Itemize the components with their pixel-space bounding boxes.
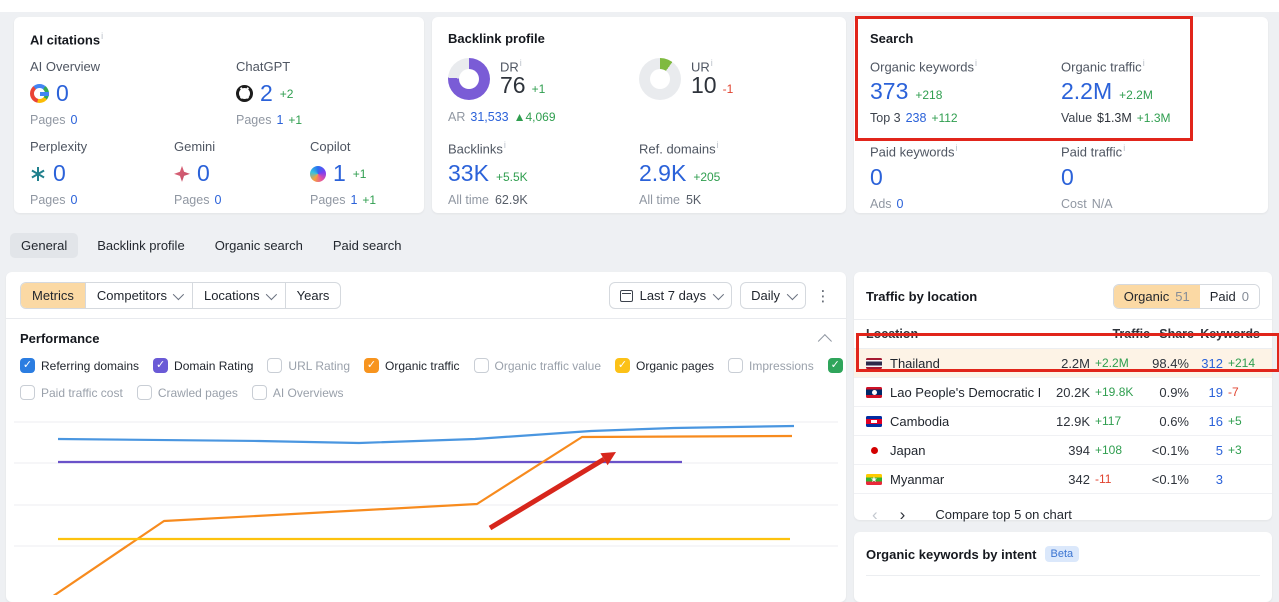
tab-general[interactable]: General [10, 232, 79, 258]
info-icon[interactable]: i [1123, 143, 1125, 153]
myanmar-flag-icon [866, 473, 882, 485]
chevron-down-icon [172, 288, 185, 300]
section-tabs: General Backlink profile Organic search … [10, 231, 413, 259]
chatgpt-icon [236, 85, 253, 103]
card-title: Search [870, 31, 914, 46]
tab-paid-search[interactable]: Paid search [322, 233, 413, 258]
card-title: Traffic by location [866, 289, 978, 304]
dr-donut-chart [448, 58, 490, 100]
beta-badge: Beta [1044, 546, 1080, 562]
calendar-icon [619, 289, 633, 302]
checkbox-referring-domains[interactable]: Referring domains [20, 358, 139, 373]
checkbox-icon [728, 358, 744, 373]
chatgpt-stat: ChatGPT 2 +2 Pages 1 +1 [236, 59, 303, 128]
tab-organic-search[interactable]: Organic search [204, 233, 314, 258]
chart-toolbar: Metrics Competitors Locations Years Last… [6, 272, 846, 318]
ahrefs-rank: AR 31,533 ▲4,069 [448, 110, 556, 124]
checkbox-paid-traffic[interactable]: Paid traffic [827, 358, 846, 373]
ai-overview-stat: AI Overview 0 Pages 0 [30, 59, 101, 128]
info-icon[interactable]: i [1143, 58, 1145, 68]
card-title: Backlink profile [448, 31, 545, 46]
paid-toggle-button[interactable]: Paid 0 [1199, 285, 1259, 308]
granularity-dropdown[interactable]: Daily [740, 282, 806, 309]
ur-donut-chart [639, 58, 681, 100]
card-title: Organic keywords by intent [866, 546, 1037, 562]
gemini-stat: Gemini 0 Pages 0 [174, 139, 222, 208]
performance-chart-card: Metrics Competitors Locations Years Last… [6, 272, 846, 602]
checkbox-icon [827, 358, 843, 373]
tab-backlink-profile[interactable]: Backlink profile [86, 233, 195, 258]
checkbox-organic-traffic-value[interactable]: Organic traffic value [473, 358, 601, 373]
google-icon [30, 84, 49, 104]
pagination-next-icon[interactable] [894, 506, 912, 523]
perplexity-stat: Perplexity 0 Pages 0 [30, 139, 88, 208]
organic-traffic-stat: Organic traffici 2.2M +2.2M Value $1.3M +1.… [1061, 58, 1171, 126]
info-icon[interactable]: i [520, 58, 522, 68]
backlinks-stat: Backlinksi 33K +5.5K All time 62.9K [448, 140, 528, 208]
years-segment[interactable]: Years [286, 283, 341, 308]
date-range-dropdown[interactable]: Last 7 days [608, 282, 733, 309]
ref-domains-stat: Ref. domainsi 2.9K +205 All time 5K [639, 140, 721, 208]
cambodia-flag-icon [866, 415, 882, 427]
checkbox-icon [20, 358, 35, 373]
paid-keywords-stat: Paid keywordsi 0 Ads 0 [870, 143, 958, 211]
divider [866, 575, 1260, 576]
japan-flag-icon [866, 444, 882, 456]
thailand-flag-icon [866, 357, 882, 369]
competitors-segment[interactable]: Competitors [86, 283, 193, 308]
checkbox-icon [615, 358, 630, 373]
perplexity-icon [30, 166, 46, 182]
locations-segment[interactable]: Locations [193, 283, 286, 308]
metrics-segment[interactable]: Metrics [21, 283, 86, 308]
info-icon[interactable]: i [956, 143, 958, 153]
laos-flag-icon [866, 386, 882, 398]
table-row-laos[interactable]: Lao People's Democratic Reput 20.2K +19.… [854, 378, 1272, 407]
organic-keywords-by-intent-card: Organic keywords by intent Beta [854, 532, 1272, 602]
copilot-icon [310, 165, 326, 182]
traffic-by-location-card: Traffic by location Organic 51 Paid 0 Loca… [854, 272, 1272, 523]
metric-checkbox-row-1: Referring domains Domain Rating URL Rati… [6, 346, 846, 373]
organic-keywords-stat: Organic keywordsi 373 +218 Top 3 238 +112 [870, 58, 978, 126]
metric-mode-segmented-control: Metrics Competitors Locations Years [20, 282, 342, 309]
checkbox-impressions[interactable]: Impressions [728, 358, 814, 373]
checkbox-organic-traffic[interactable]: Organic traffic [364, 358, 460, 373]
pagination-prev-icon[interactable] [866, 506, 884, 523]
top-white-strip [0, 0, 1279, 12]
checkbox-url-rating[interactable]: URL Rating [267, 358, 350, 373]
search-card: Search Organic keywordsi 373 +218 Top 3 23… [854, 17, 1268, 213]
table-row-myanmar[interactable]: Myanmar 342 -11 <0.1% 3 [854, 465, 1272, 494]
chevron-down-icon [265, 288, 277, 300]
url-rating-stat: URi 10 -1 [639, 58, 830, 124]
compare-top5-button[interactable]: Compare top 5 on chart [935, 507, 1072, 522]
checkbox-icon [473, 358, 489, 373]
backlink-profile-card: Backlink profile DRi 76 +1 AR 31,533 ▲4,069… [432, 17, 846, 213]
info-icon[interactable]: i [504, 140, 506, 150]
organic-toggle-button[interactable]: Organic 51 [1113, 285, 1200, 308]
checkbox-domain-rating[interactable]: Domain Rating [153, 358, 253, 373]
info-icon[interactable]: i [101, 31, 103, 41]
table-row-cambodia[interactable]: Cambodia 12.9K +117 0.6% 16 +5 [854, 407, 1272, 436]
organic-paid-toggle: Organic 51 Paid 0 [1112, 284, 1260, 309]
table-row-thailand[interactable]: Thailand 2.2M +2.2M 98.4% 312 +214 [854, 349, 1272, 378]
chevron-down-icon [712, 288, 725, 300]
table-header-row: Location Traffic Share Keywords [854, 319, 1272, 349]
info-icon[interactable]: i [711, 58, 713, 68]
copilot-stat: Copilot 1 +1 Pages 1 +1 [310, 139, 377, 208]
domain-rating-stat: DRi 76 +1 AR 31,533 ▲4,069 [448, 58, 639, 124]
gemini-icon [174, 165, 190, 182]
checkbox-icon [153, 358, 169, 373]
checkbox-icon [364, 358, 380, 373]
card-title: AI citationsi [30, 31, 104, 48]
performance-heading: Performance [20, 331, 100, 346]
info-icon[interactable]: i [717, 140, 719, 150]
performance-line-chart[interactable] [6, 395, 846, 595]
info-icon[interactable]: i [975, 58, 977, 68]
checkbox-icon [267, 358, 283, 373]
ai-citations-card: AI citationsi AI Overview 0 Pages 0 ChatG… [14, 17, 424, 213]
more-options-menu[interactable] [814, 287, 832, 305]
checkbox-organic-pages[interactable]: Organic pages [615, 358, 714, 373]
paid-traffic-stat: Paid traffici 0 Cost N/A [1061, 143, 1126, 211]
table-row-japan[interactable]: Japan 394 +108 <0.1% 5 +3 [854, 436, 1272, 465]
chevron-down-icon [786, 288, 799, 300]
